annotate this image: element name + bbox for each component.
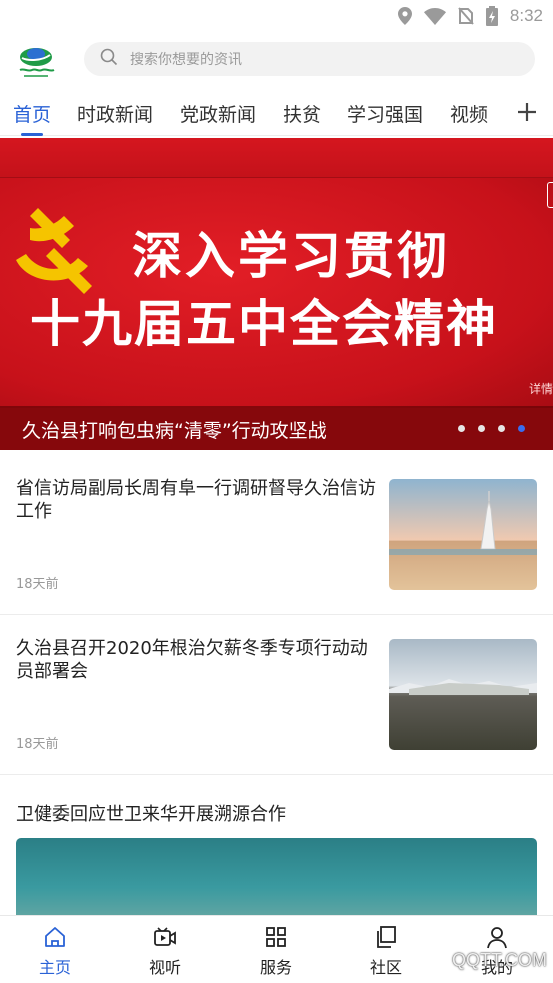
banner-headline-line2: 十九届五中全会精神 — [30, 295, 498, 353]
news-item[interactable]: 久治县召开2020年根治欠薪冬季专项行动动员部署会 18天前 — [0, 615, 553, 775]
category-tabs: 首页 时政新闻 党政新闻 扶贫 学习强国 视频 — [0, 88, 553, 136]
search-bar[interactable]: 搜索你想要的资讯 — [84, 42, 535, 76]
battery-icon — [485, 6, 498, 26]
tab-poverty-relief[interactable]: 扶贫 — [283, 100, 321, 127]
wifi-icon — [423, 7, 446, 25]
grid-icon — [264, 925, 288, 949]
banner-detail-link[interactable]: 详情 — [529, 380, 553, 397]
news-time: 18天前 — [16, 577, 59, 592]
carousel-dot[interactable] — [498, 425, 505, 432]
news-title[interactable]: 卫健委回应世卫来华开展溯源合作 — [16, 800, 286, 826]
app-logo[interactable] — [14, 40, 58, 82]
news-item[interactable]: 省信访局副局长周有阜一行调研督导久治信访工作 18天前 — [0, 455, 553, 615]
news-thumbnail[interactable] — [389, 479, 537, 590]
tab-home[interactable]: 首页 — [13, 100, 51, 127]
banner-caption[interactable]: 久治县打响包虫病“清零”行动攻坚战 — [22, 416, 327, 443]
location-icon — [397, 7, 412, 25]
status-time: 8:32 — [509, 6, 543, 25]
tab-party-news[interactable]: 党政新闻 — [180, 100, 256, 127]
banner-headline-line1: 深入学习贯彻 — [132, 227, 450, 285]
header: 搜索你想要的资讯 — [0, 36, 553, 84]
carousel-dot[interactable] — [458, 425, 465, 432]
hammer-sickle-emblem-icon — [8, 198, 108, 298]
banner-top-strip — [0, 138, 553, 178]
nav-item-services[interactable]: 服务 — [221, 916, 331, 983]
nav-item-video[interactable]: 视听 — [110, 916, 220, 983]
carousel-dots — [458, 425, 525, 432]
active-tab-indicator — [21, 133, 43, 136]
tab-video[interactable]: 视频 — [450, 100, 488, 127]
no-sim-icon — [458, 7, 474, 25]
bottom-nav: 主页 视听 服务 社区 我的 — [0, 915, 553, 983]
copy-icon — [374, 925, 398, 949]
home-icon — [43, 925, 67, 949]
video-icon — [153, 925, 177, 949]
nav-item-home[interactable]: 主页 — [0, 916, 110, 983]
app-screen: 8:32 搜索你想要的资讯 首页 时政新闻 党政新闻 扶贫 学习强国 视频 深入… — [0, 0, 553, 983]
banner-caption-bar: 久治县打响包虫病“清零”行动攻坚战 — [0, 406, 553, 450]
carousel-dot-active[interactable] — [518, 425, 525, 432]
user-icon — [485, 925, 509, 949]
carousel-dot[interactable] — [478, 425, 485, 432]
news-time: 18天前 — [16, 737, 59, 752]
news-title[interactable]: 久治县召开2020年根治欠薪冬季专项行动动员部署会 — [16, 637, 378, 683]
nav-label: 服务 — [259, 958, 292, 977]
banner-carousel[interactable]: 深入学习贯彻 十九届五中全会精神 详情 久治县打响包虫病“清零”行动攻坚战 — [0, 138, 553, 450]
tab-study-strong-nation[interactable]: 学习强国 — [347, 100, 423, 127]
add-tab-icon[interactable] — [517, 102, 537, 122]
news-thumbnail[interactable] — [389, 639, 537, 750]
tab-politics-news[interactable]: 时政新闻 — [77, 100, 153, 127]
nav-label: 社区 — [369, 958, 402, 977]
nav-label: 视听 — [148, 958, 181, 977]
nav-item-community[interactable]: 社区 — [331, 916, 441, 983]
search-icon — [100, 48, 118, 70]
status-bar: 8:32 — [0, 0, 553, 32]
nav-label: 主页 — [38, 958, 71, 977]
watermark: QQTT.COM — [452, 950, 547, 970]
search-placeholder: 搜索你想要的资讯 — [130, 52, 242, 68]
banner-next-slide-edge — [547, 182, 553, 208]
news-title[interactable]: 省信访局副局长周有阜一行调研督导久治信访工作 — [16, 477, 378, 523]
